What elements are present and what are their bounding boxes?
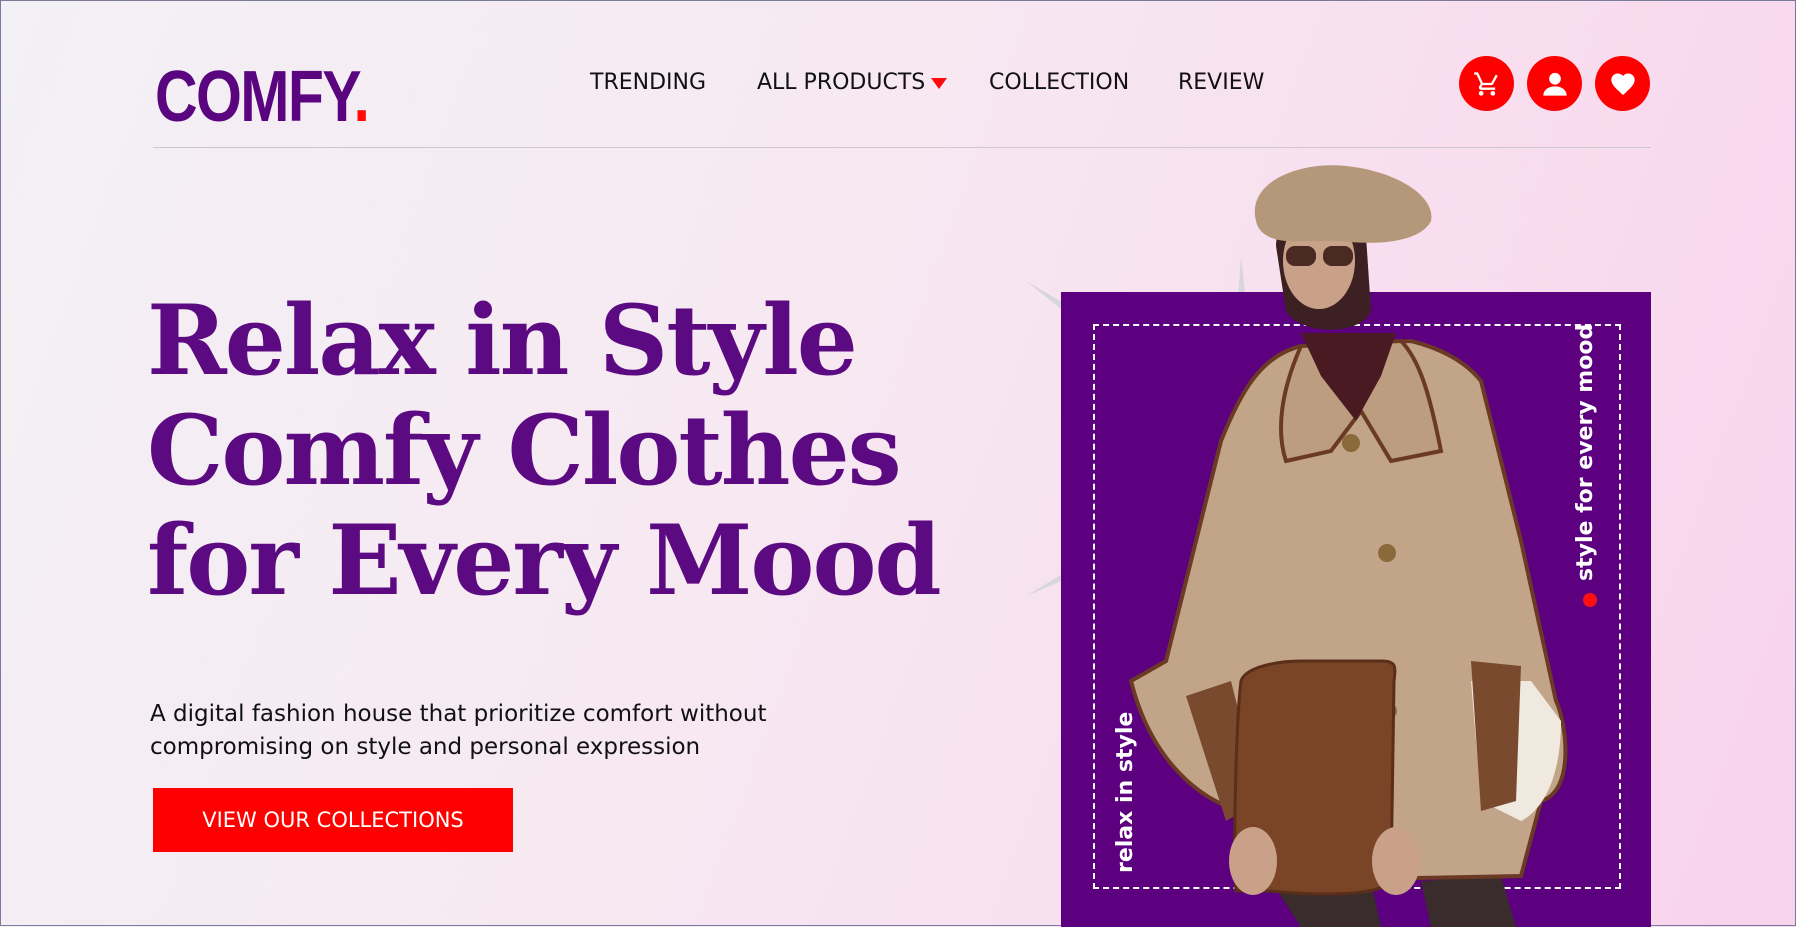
- cart-icon: [1473, 71, 1498, 96]
- headline-line-2: Comfy Clothes: [147, 394, 902, 507]
- brand-name: COMFY: [155, 57, 355, 137]
- brand-logo[interactable]: COMFY.: [155, 61, 370, 133]
- nav-all-products-label: ALL PRODUCTS: [757, 70, 926, 95]
- account-button[interactable]: [1527, 56, 1582, 111]
- brand-dot: .: [353, 57, 369, 137]
- nav-trending[interactable]: TRENDING: [590, 70, 706, 95]
- site-header: COMFY. TRENDING ALL PRODUCTS COLLECTION …: [153, 41, 1651, 148]
- wishlist-button[interactable]: [1595, 56, 1650, 111]
- hero-subtext: A digital fashion house that prioritize …: [150, 701, 767, 760]
- nav-collection[interactable]: COLLECTION: [989, 70, 1129, 95]
- headline-line-1: Relax in Style: [147, 284, 858, 397]
- tag-relax-in-style: relax in style: [1113, 711, 1138, 873]
- headline-line-3: for Every Mood: [147, 504, 942, 617]
- nav-all-products[interactable]: ALL PRODUCTS: [757, 70, 948, 95]
- view-collections-button[interactable]: VIEW OUR COLLECTIONS: [153, 788, 513, 852]
- tag-dot: [1583, 593, 1597, 607]
- nav-review[interactable]: REVIEW: [1178, 70, 1264, 95]
- tag-style-for-every-mood: style for every mood: [1573, 323, 1598, 581]
- chevron-down-icon: [931, 77, 948, 89]
- heart-icon: [1610, 73, 1635, 95]
- user-icon: [1542, 72, 1567, 96]
- cart-button[interactable]: [1459, 56, 1514, 111]
- hero-headline: Relax in Style Comfy Clothes for Every M…: [147, 284, 942, 617]
- hero-art: style for every mood relax in style: [1001, 161, 1701, 927]
